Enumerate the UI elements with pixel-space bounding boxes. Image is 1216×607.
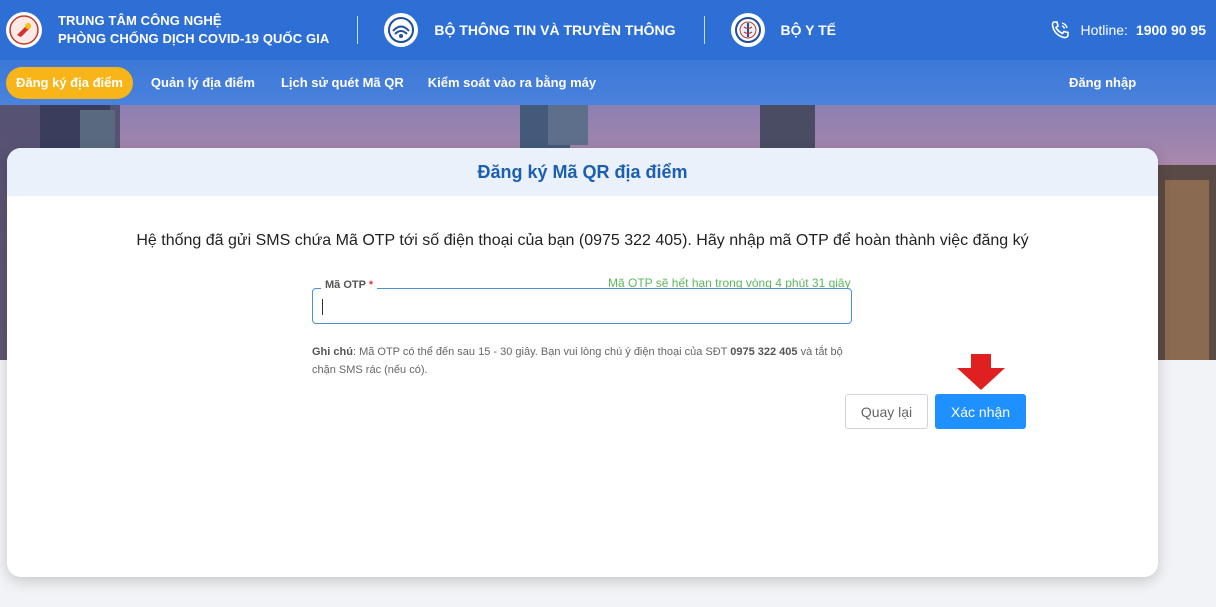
org-title-line2: PHÒNG CHỐNG DỊCH COVID-19 QUỐC GIA — [58, 31, 330, 46]
partner-moh-label: BỘ Y TẾ — [780, 22, 837, 38]
partner-moh[interactable]: BỘ Y TẾ — [730, 13, 837, 47]
org-brand[interactable]: TRUNG TÂM CÔNG NGHỆ PHÒNG CHỐNG DỊCH COV… — [0, 0, 329, 60]
mic-logo-icon — [384, 13, 419, 47]
header-divider — [357, 16, 359, 44]
down-arrow-icon — [957, 354, 1005, 390]
nav-item-manage-locations[interactable]: Quản lý địa điểm — [139, 67, 267, 99]
otp-note: Ghi chú: Mã OTP có thể đến sau 15 - 30 g… — [312, 343, 852, 379]
register-qr-card: Đăng ký Mã QR địa điểm Hệ thống đã gửi S… — [7, 148, 1158, 577]
otp-label-text: Mã OTP — [325, 279, 366, 291]
card-title: Đăng ký Mã QR địa điểm — [7, 148, 1158, 196]
confirm-button[interactable]: Xác nhận — [935, 394, 1026, 429]
nav-item-qr-history[interactable]: Lịch sử quét Mã QR — [269, 67, 416, 99]
nav-item-register-location[interactable]: Đăng ký địa điểm — [6, 66, 133, 99]
header-divider — [703, 16, 705, 44]
hotline-number[interactable]: 1900 90 95 — [1136, 22, 1206, 38]
top-header: TRUNG TÂM CÔNG NGHỆ PHÒNG CHỐNG DỊCH COV… — [0, 0, 1216, 60]
org-title-line1: TRUNG TÂM CÔNG NGHỆ — [58, 13, 222, 28]
main-nav: Đăng ký địa điểm Quản lý địa điểm Lịch s… — [0, 60, 1216, 105]
phone-icon — [1052, 21, 1070, 39]
text-caret — [322, 299, 323, 315]
note-prefix: Ghi chú — [312, 346, 353, 358]
required-mark: * — [368, 279, 374, 291]
otp-field[interactable]: Mã OTP * — [312, 279, 852, 324]
hotline-label: Hotline: — [1080, 22, 1128, 38]
partner-mic[interactable]: BỘ THÔNG TIN VÀ TRUYỀN THÔNG — [384, 13, 676, 47]
note-text-1: : Mã OTP có thể đến sau 15 - 30 giây. Bạ… — [352, 346, 731, 358]
covid-center-logo-icon — [6, 12, 42, 48]
hotline[interactable]: Hotline: 1900 90 95 — [1050, 0, 1206, 60]
otp-sent-message: Hệ thống đã gửi SMS chứa Mã OTP tới số đ… — [136, 232, 1029, 249]
partner-mic-label: BỘ THÔNG TIN VÀ TRUYỀN THÔNG — [434, 22, 676, 38]
note-phone: 0975 322 405 — [730, 346, 798, 358]
otp-label: Mã OTP * — [321, 279, 378, 291]
moh-logo-icon — [730, 13, 765, 47]
login-link[interactable]: Đăng nhập — [1069, 60, 1136, 105]
back-button[interactable]: Quay lại — [845, 394, 928, 429]
otp-input[interactable] — [321, 297, 841, 317]
nav-item-access-control[interactable]: Kiểm soát vào ra bằng máy — [416, 67, 608, 99]
